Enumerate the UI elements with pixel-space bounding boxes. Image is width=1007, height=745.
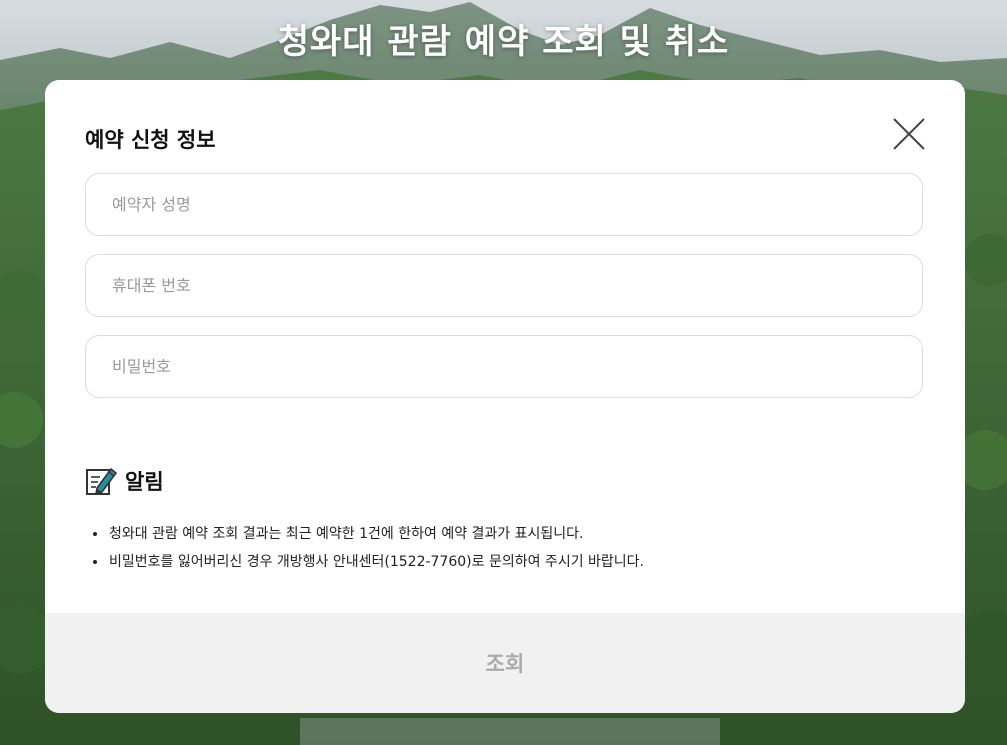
notice-list: 청와대 관람 예약 조회 결과는 최근 예약한 1건에 한하여 예약 결과가 표… [91, 520, 644, 576]
memo-pencil-icon [86, 467, 117, 496]
reserver-name-input[interactable] [86, 174, 922, 235]
page-title: 청와대 관람 예약 조회 및 취소 [277, 22, 730, 62]
password-input[interactable] [86, 336, 922, 397]
reserver-name-field [85, 173, 923, 236]
password-field [85, 335, 923, 398]
reservation-lookup-modal: 예약 신청 정보 알림 청와대 관람 예약 조회 결과는 최근 예약한 1건에 … [45, 80, 965, 713]
notice-header: 알림 [85, 464, 164, 498]
lookup-button[interactable]: 조회 [45, 613, 965, 713]
close-button[interactable] [891, 116, 927, 152]
notice-title: 알림 [125, 470, 164, 494]
close-icon [893, 118, 925, 150]
section-title: 예약 신청 정보 [85, 128, 216, 152]
phone-number-input[interactable] [86, 255, 922, 316]
notice-item: 비밀번호를 잃어버리신 경우 개방행사 안내센터(1522-7760)로 문의하… [91, 548, 644, 576]
phone-number-field [85, 254, 923, 317]
notice-item: 청와대 관람 예약 조회 결과는 최근 예약한 1건에 한하여 예약 결과가 표… [91, 520, 644, 548]
